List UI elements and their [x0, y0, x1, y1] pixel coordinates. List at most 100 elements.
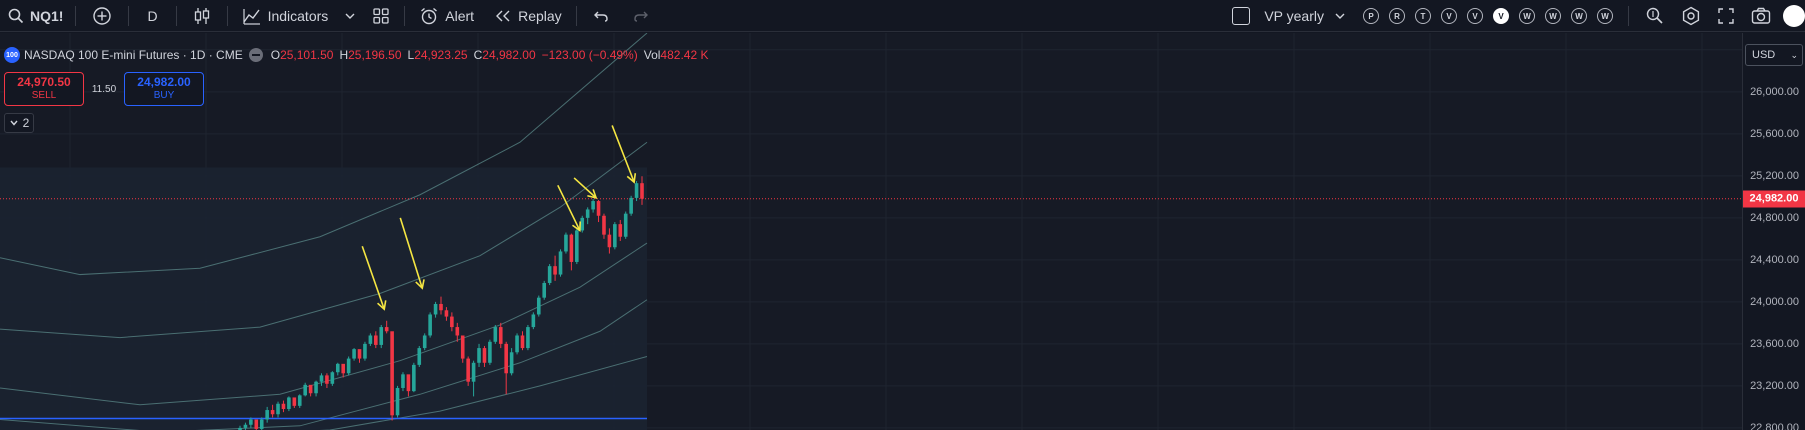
spread-value: 11.50	[91, 83, 117, 95]
candle-body	[433, 303, 438, 315]
symbol-search-button[interactable]: NQ1!	[0, 0, 71, 32]
fullscreen-button[interactable]	[1709, 0, 1743, 32]
period-button-v-4[interactable]: V	[1467, 8, 1483, 24]
low-label: L	[407, 48, 415, 62]
divider	[226, 5, 228, 26]
indicators-count: 2	[22, 116, 30, 130]
undo-icon	[593, 11, 608, 22]
templates-button[interactable]	[362, 0, 400, 32]
candle-body	[520, 335, 525, 349]
period-button-p-0[interactable]: P	[1363, 8, 1379, 24]
period-button-v-3[interactable]: V	[1441, 8, 1457, 24]
divider	[128, 5, 130, 26]
undo-button[interactable]	[581, 0, 621, 32]
candle-body	[526, 327, 530, 349]
candle-body	[374, 335, 378, 345]
close-label: C	[473, 48, 483, 62]
candle-body	[422, 335, 427, 349]
replay-button[interactable]: Replay	[484, 0, 572, 32]
period-button-w-7[interactable]: W	[1545, 8, 1561, 24]
candle-body	[569, 234, 574, 262]
settings-button[interactable]	[1673, 0, 1709, 32]
period-button-w-6[interactable]: W	[1519, 8, 1535, 24]
redo-button[interactable]	[621, 0, 661, 32]
alert-label: Alert	[445, 7, 475, 24]
add-circle-icon	[93, 6, 112, 25]
replay-label: Replay	[518, 7, 562, 24]
currency-selector[interactable]: USD ⌄	[1745, 44, 1803, 66]
symbol-logo: 100	[4, 47, 20, 63]
period-button-v-5[interactable]: V	[1493, 8, 1509, 24]
high-label: H	[339, 48, 349, 62]
period-button-w-9[interactable]: W	[1597, 8, 1613, 24]
candle-body	[265, 410, 269, 420]
symbol-title[interactable]: NASDAQ 100 E-mini Futures · 1D · CME	[24, 48, 243, 62]
candle-body	[303, 384, 307, 396]
vp-checkbox[interactable]	[1232, 7, 1251, 25]
candle-body	[460, 335, 465, 359]
candle-body	[417, 348, 422, 365]
buy-label: BUY	[153, 90, 175, 101]
candle-body	[477, 348, 481, 363]
chart-type-button[interactable]	[181, 0, 223, 32]
change-value: −123.00 (−0.49%)	[541, 48, 638, 62]
buy-button[interactable]: 24,982.00 BUY	[124, 72, 204, 106]
price-tick-label: 22,800.00	[1750, 421, 1799, 430]
open-label: O	[270, 48, 281, 62]
candle-body	[466, 358, 470, 382]
candle-body	[585, 209, 590, 218]
candle-body	[504, 343, 508, 374]
period-button-w-8[interactable]: W	[1571, 8, 1587, 24]
vp-toggle[interactable]: VP yearly	[1228, 0, 1328, 32]
alert-button[interactable]: Alert	[409, 0, 484, 32]
indicators-menu-button[interactable]	[338, 0, 362, 32]
vp-menu-button[interactable]	[1328, 0, 1356, 32]
period-button-t-2[interactable]: T	[1415, 8, 1431, 24]
magnifier-icon	[1646, 7, 1663, 24]
candle-body	[613, 224, 617, 248]
chevron-down-icon: ⌄	[1790, 49, 1798, 60]
sell-price: 24,970.50	[17, 75, 71, 89]
candle-body	[428, 314, 432, 336]
candle-body	[531, 314, 536, 328]
snapshot-button[interactable]	[1743, 0, 1779, 32]
candle-body	[553, 266, 557, 275]
price-chart[interactable]	[0, 33, 1742, 430]
candle-body	[412, 364, 416, 392]
magnify-button[interactable]	[1637, 0, 1673, 32]
candle-body	[292, 397, 297, 406]
candle-body	[249, 419, 253, 425]
interval-button[interactable]: D	[133, 0, 171, 32]
avatar	[1783, 5, 1805, 27]
candle-body	[363, 343, 367, 359]
close-value: 24,982.00	[482, 48, 536, 62]
price-tick-label: 24,000.00	[1750, 295, 1799, 308]
price-axis[interactable]: 26,400.0026,000.0025,600.0025,200.0024,8…	[1742, 33, 1805, 430]
camera-icon	[1751, 7, 1771, 24]
hide-series-icon[interactable]	[248, 48, 263, 62]
redo-icon	[633, 11, 648, 22]
profile-button[interactable]	[1779, 0, 1805, 32]
period-button-r-1[interactable]: R	[1389, 8, 1405, 24]
indicators-button[interactable]: Indicators	[232, 0, 339, 32]
candle-body	[640, 183, 644, 199]
sell-button[interactable]: 24,970.50 SELL	[4, 72, 84, 106]
low-value: 24,923.25	[414, 48, 468, 62]
candles-icon	[194, 7, 209, 24]
fullscreen-icon	[1718, 8, 1734, 24]
candle-body	[602, 215, 606, 235]
volume-label: Vol	[643, 48, 661, 62]
candle-body	[308, 384, 313, 394]
price-tick-label: 24,400.00	[1750, 253, 1799, 266]
candle-body	[596, 201, 601, 216]
price-tick-label: 25,600.00	[1750, 127, 1799, 140]
top-toolbar: NQ1! D Indicators Alert Replay VP yearly…	[0, 0, 1805, 32]
candle-body	[297, 395, 302, 406]
candle-body	[276, 403, 280, 415]
indicators-collapse-button[interactable]: 2	[4, 113, 34, 133]
chart-pane[interactable]	[0, 33, 1742, 430]
candle-body	[498, 327, 503, 344]
compare-button[interactable]	[80, 0, 124, 32]
candle-body	[558, 251, 563, 275]
candle-body	[395, 387, 400, 416]
